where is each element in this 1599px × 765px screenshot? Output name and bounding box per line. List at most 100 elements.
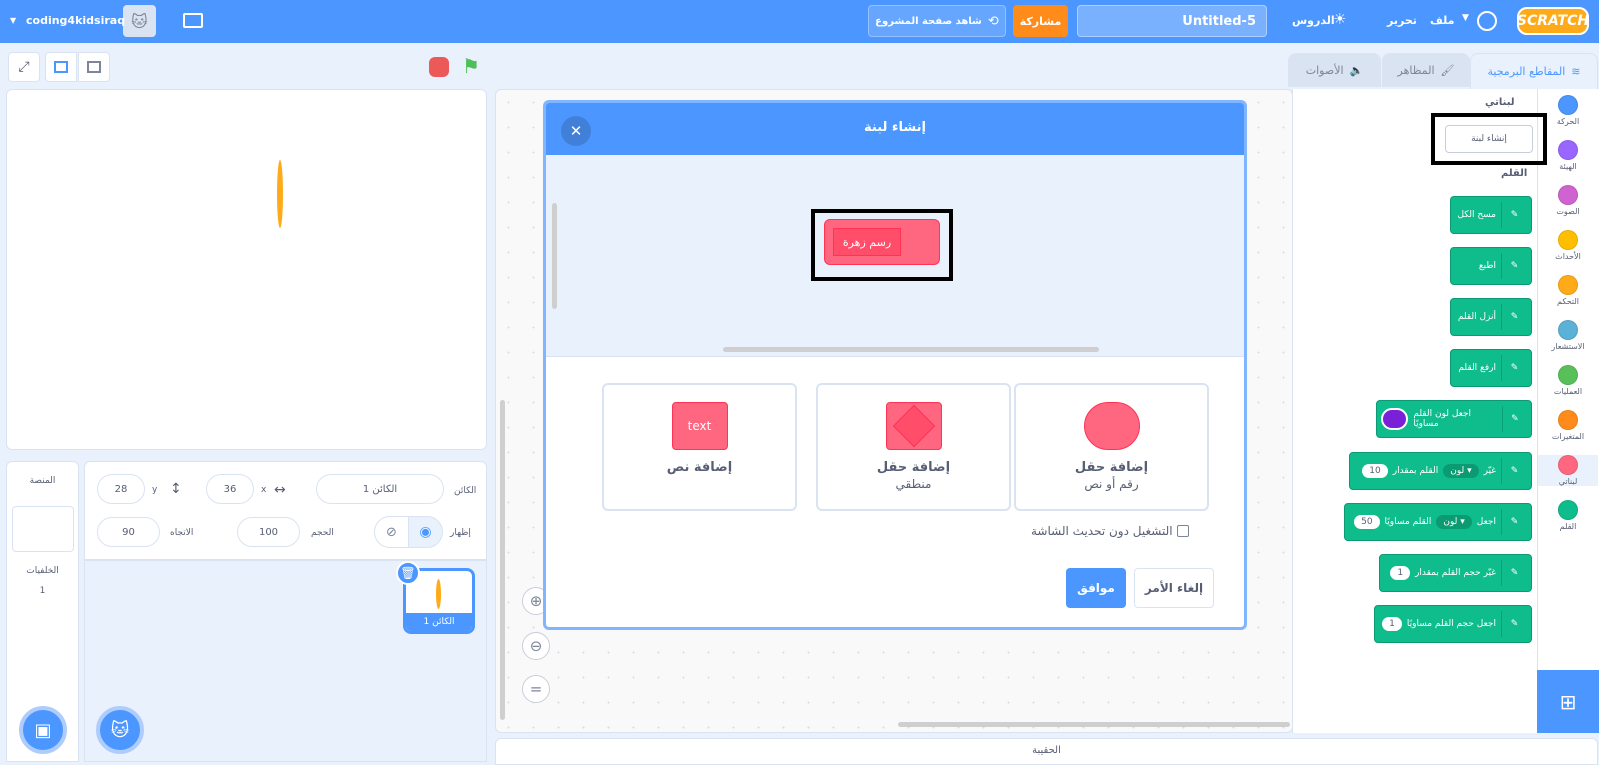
lightbulb-icon[interactable]: ☀ [1333,10,1346,28]
set-pen-value-input[interactable]: 50 [1354,515,1380,529]
tab-costumes[interactable]: المظاهر 🖌 [1382,53,1470,87]
show-visible-button[interactable]: ◉ [408,516,443,548]
set-pen-size-block[interactable]: 1 اجعل حجم القلم مساويًا ✎ [1374,605,1532,643]
pen-up-block[interactable]: ارفع القلم ✎ [1450,349,1532,387]
category-5[interactable]: الاستشعار [1538,320,1598,351]
tab-code[interactable]: المقاطع البرمجية ≋ [1470,53,1598,89]
block-name-input[interactable]: رسم زهرة [833,228,901,256]
run-without-refresh-label: التشغيل دون تحديث الشاشة [1031,524,1173,538]
dialog-title: إنشاء لبنة [864,120,926,135]
menu-bar: SCRATCH ▼ ملف تحرير ☀ الدروس Untitled-5 … [0,0,1599,43]
category-6[interactable]: العمليات [1538,365,1598,396]
change-size-label: غيّر حجم القلم بمقدار [1415,568,1496,578]
category-0[interactable]: الحركة [1538,95,1598,126]
direction-input[interactable]: 90 [97,517,160,547]
pen-category-icon [1558,500,1578,520]
tab-sounds[interactable]: الأصوات 🔈 [1288,53,1381,87]
category-3[interactable]: الأحداث [1538,230,1598,261]
change-pen-size-block[interactable]: 1 غيّر حجم القلم بمقدار ✎ [1379,554,1532,592]
language-chevron-down-icon[interactable]: ▼ [1462,13,1469,23]
run-without-refresh-row[interactable]: التشغيل دون تحديث الشاشة [1031,524,1189,538]
pen-down-label: أنزل القلم [1457,312,1496,322]
cancel-button[interactable]: إلغاء الأمر [1134,568,1214,608]
stage-canvas[interactable] [6,89,487,450]
workspace-horizontal-scrollbar[interactable] [898,722,1290,727]
add-extension-icon: ⊞ [1559,689,1577,714]
account-chevron-down-icon[interactable]: ▼ [10,16,16,25]
make-block-button[interactable]: إنشاء لبنة [1445,125,1533,153]
backpack-bar[interactable]: الحقيبة [495,738,1598,765]
sprite-on-stage[interactable] [277,160,283,228]
custom-block-preview[interactable]: رسم زهرة [824,219,940,265]
category-2[interactable]: الصوت [1538,185,1598,216]
preview-horizontal-scrollbar[interactable] [723,347,1099,352]
set-pen-param-dropdown[interactable]: لون ▾ [1436,515,1472,529]
x-input[interactable]: 36 [206,474,254,504]
delete-sprite-icon[interactable]: 🗑 [396,561,420,585]
set-pen-color-block[interactable]: اجعل لون القلم مساويًا ✎ [1376,400,1532,438]
set-pen-param-block[interactable]: 50 القلم مساويًا لون ▾ اجعل ✎ [1344,503,1532,541]
extensions-button[interactable]: ⊞ [1537,670,1599,733]
change-pen-value-input[interactable]: 10 [1362,464,1388,478]
stamp-block[interactable]: اطبع ✎ [1450,247,1532,285]
category-8[interactable]: لبناتي [1538,455,1598,486]
stop-icon[interactable] [429,57,449,77]
set-size-value-input[interactable]: 1 [1382,617,1402,631]
size-input[interactable]: 100 [237,517,300,547]
menu-tutorials[interactable]: الدروس [1292,14,1335,27]
pen-icon: ✎ [1501,355,1527,381]
share-button[interactable]: مشاركة [1013,5,1068,37]
stage-thumbnail[interactable] [12,506,74,552]
category-label: القلم [1559,522,1577,531]
category-4[interactable]: التحكم [1538,275,1598,306]
category-label: المتغيرات [1551,432,1585,441]
add-label-option[interactable]: text إضافة نص [602,383,797,511]
text-label-icon: text [671,402,728,450]
menu-edit[interactable]: تحرير [1387,14,1417,27]
y-label: y [152,485,158,495]
green-flag-icon[interactable]: ⚑ [462,55,482,77]
category-7[interactable]: المتغيرات [1538,410,1598,441]
erase-all-block[interactable]: مسح الكل ✎ [1450,196,1532,234]
zoom-reset-button[interactable]: = [522,675,550,703]
small-stage-button[interactable] [45,52,77,82]
see-project-page-button[interactable]: شاهد صفحة المشروع ⟲ [868,5,1006,37]
project-title-input[interactable]: Untitled-5 [1077,5,1267,37]
y-input[interactable]: 28 [97,474,145,504]
round-input-icon [1083,402,1140,450]
show-hidden-button[interactable]: ⊘ [374,516,409,548]
add-sprite-cat-icon: 🐱 [110,719,130,741]
add-input-number-text-option[interactable]: إضافة حقل رقم أو نص [1014,383,1209,511]
add-input-boolean-option[interactable]: إضافة حقل منطقي [816,383,1011,511]
change-pen-param-block[interactable]: 10 القلم بمقدار لون ▾ غيّر ✎ [1349,452,1532,490]
choose-backdrop-button[interactable]: ▣ [19,706,67,754]
dialog-close-button[interactable]: ✕ [561,116,591,146]
pen-param-dropdown-value: لون [1450,466,1465,476]
sprite-thumbnail-label: الكائن 1 [406,613,472,631]
username[interactable]: coding4kidsiraq [26,14,125,27]
fullscreen-button[interactable]: ⤢ [8,52,40,82]
large-stage-button[interactable] [78,52,110,82]
language-globe-icon[interactable] [1477,11,1497,31]
zoom-out-button[interactable]: ⊖ [522,632,550,660]
category-label: العمليات [1553,387,1583,396]
ok-button[interactable]: موافق [1066,568,1126,608]
scratch-logo[interactable]: SCRATCH [1517,7,1589,35]
choose-sprite-button[interactable]: 🐱 [96,706,144,754]
category-color-dot-icon [1558,185,1578,205]
workspace-vertical-scrollbar[interactable] [500,400,505,720]
category-1[interactable]: الهيئة [1538,140,1598,171]
folder-icon[interactable] [183,13,203,28]
pen-down-block[interactable]: أنزل القلم ✎ [1450,298,1532,336]
menu-file[interactable]: ملف [1430,14,1454,27]
pen-param-dropdown[interactable]: لون ▾ [1443,464,1479,478]
avatar[interactable]: 🐱 [123,5,156,37]
change-size-value-input[interactable]: 1 [1390,566,1411,580]
preview-left-scrollbar[interactable] [552,203,557,309]
close-icon: ✕ [569,122,583,140]
sprite-name-input[interactable]: الكائن 1 [316,474,444,504]
color-swatch[interactable] [1381,408,1409,430]
see-project-page-label: شاهد صفحة المشروع [875,15,982,27]
category-9[interactable]: القلم [1538,500,1598,531]
run-without-refresh-checkbox[interactable] [1176,525,1189,537]
